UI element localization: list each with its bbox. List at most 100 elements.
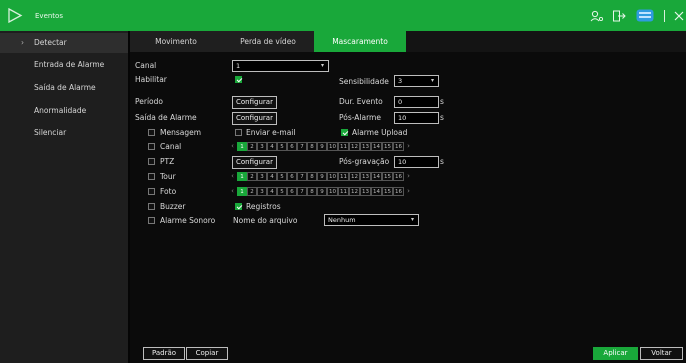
sidebar-item-label: Silenciar bbox=[34, 128, 67, 137]
channel-button[interactable]: 6 bbox=[287, 141, 297, 151]
foto-checkbox[interactable] bbox=[148, 188, 155, 195]
dur-evento-label: Dur. Evento bbox=[339, 97, 383, 106]
sidebar-item-label: Detectar bbox=[34, 38, 67, 47]
alarme-upload-checkbox[interactable] bbox=[341, 129, 348, 136]
registros-checkbox[interactable] bbox=[235, 203, 242, 210]
channel-button[interactable]: 5 bbox=[277, 186, 287, 196]
channel-button[interactable]: 2 bbox=[247, 171, 257, 181]
tab-mascaramento[interactable]: Mascaramento bbox=[314, 31, 406, 52]
chevron-right-icon[interactable]: › bbox=[404, 142, 413, 150]
canal-record-checkbox[interactable] bbox=[148, 143, 155, 150]
enviar-email-checkbox[interactable] bbox=[235, 129, 242, 136]
voltar-button[interactable]: Voltar bbox=[640, 347, 683, 360]
channel-button[interactable]: 7 bbox=[297, 171, 307, 181]
channel-button[interactable]: 13 bbox=[360, 141, 371, 151]
sidebar-item-detectar[interactable]: › Detectar bbox=[0, 33, 128, 53]
pos-alarme-input[interactable]: 10 bbox=[394, 112, 439, 124]
ptz-label: PTZ bbox=[160, 157, 175, 166]
padrao-button[interactable]: Padrão bbox=[143, 347, 185, 360]
channel-button[interactable]: 16 bbox=[393, 171, 404, 181]
periodo-configurar-button[interactable]: Configurar bbox=[232, 96, 277, 109]
tab-perda-video[interactable]: Perda de vídeo bbox=[222, 31, 314, 52]
channel-button[interactable]: 8 bbox=[307, 141, 317, 151]
tab-movimento[interactable]: Movimento bbox=[130, 31, 222, 52]
channel-button[interactable]: 14 bbox=[371, 171, 382, 181]
channel-button[interactable]: 13 bbox=[360, 171, 371, 181]
user-icon[interactable] bbox=[590, 10, 604, 22]
channel-button[interactable]: 1 bbox=[237, 141, 247, 151]
aplicar-button[interactable]: Aplicar bbox=[593, 347, 638, 360]
chevron-left-icon[interactable]: ‹ bbox=[228, 187, 237, 195]
channel-button[interactable]: 15 bbox=[382, 141, 393, 151]
channel-button[interactable]: 11 bbox=[338, 141, 349, 151]
chevron-right-icon[interactable]: › bbox=[404, 172, 413, 180]
channel-button[interactable]: 15 bbox=[382, 186, 393, 196]
nome-arquivo-select[interactable]: Nenhum ▾ bbox=[324, 214, 419, 226]
channel-button[interactable]: 3 bbox=[257, 171, 267, 181]
pos-gravacao-input[interactable]: 10 bbox=[394, 156, 439, 168]
channel-button[interactable]: 4 bbox=[267, 171, 277, 181]
channel-button[interactable]: 10 bbox=[327, 141, 338, 151]
channel-button[interactable]: 3 bbox=[257, 141, 267, 151]
channel-button[interactable]: 9 bbox=[317, 186, 327, 196]
channel-button[interactable]: 4 bbox=[267, 141, 277, 151]
canal-select[interactable]: 1 ▾ bbox=[232, 60, 329, 72]
channel-button[interactable]: 12 bbox=[349, 186, 360, 196]
channel-button[interactable]: 2 bbox=[247, 141, 257, 151]
channel-button[interactable]: 14 bbox=[371, 186, 382, 196]
channel-button[interactable]: 2 bbox=[247, 186, 257, 196]
channel-button[interactable]: 5 bbox=[277, 171, 287, 181]
habilitar-checkbox[interactable] bbox=[235, 76, 242, 83]
alarme-sonoro-checkbox[interactable] bbox=[148, 217, 155, 224]
channel-button[interactable]: 16 bbox=[393, 141, 404, 151]
sidebar-item-saida-alarme[interactable]: Saída de Alarme bbox=[0, 78, 128, 98]
chevron-left-icon[interactable]: ‹ bbox=[228, 142, 237, 150]
channel-button[interactable]: 6 bbox=[287, 171, 297, 181]
sensibilidade-select[interactable]: 3 ▾ bbox=[394, 75, 439, 87]
chevron-down-icon: ▾ bbox=[430, 77, 434, 84]
channel-button[interactable]: 15 bbox=[382, 171, 393, 181]
channel-button[interactable]: 3 bbox=[257, 186, 267, 196]
channel-button[interactable]: 8 bbox=[307, 186, 317, 196]
dur-evento-input[interactable]: 0 bbox=[394, 96, 439, 108]
channel-button[interactable]: 9 bbox=[317, 171, 327, 181]
sidebar-item-silenciar[interactable]: Silenciar bbox=[0, 123, 128, 143]
logout-icon[interactable] bbox=[612, 10, 626, 22]
channel-button[interactable]: 6 bbox=[287, 186, 297, 196]
buzzer-checkbox[interactable] bbox=[148, 203, 155, 210]
close-icon[interactable] bbox=[674, 11, 684, 21]
ptz-configurar-button[interactable]: Configurar bbox=[232, 156, 277, 169]
channel-button[interactable]: 7 bbox=[297, 186, 307, 196]
channel-button[interactable]: 9 bbox=[317, 141, 327, 151]
channel-button[interactable]: 13 bbox=[360, 186, 371, 196]
channel-button[interactable]: 8 bbox=[307, 171, 317, 181]
sidebar-item-anormalidade[interactable]: Anormalidade bbox=[0, 101, 128, 121]
channel-button[interactable]: 14 bbox=[371, 141, 382, 151]
copiar-button[interactable]: Copiar bbox=[186, 347, 228, 360]
ptz-checkbox[interactable] bbox=[148, 158, 155, 165]
channel-button[interactable]: 11 bbox=[338, 171, 349, 181]
saida-alarme-configurar-button[interactable]: Configurar bbox=[232, 112, 277, 125]
channel-button[interactable]: 12 bbox=[349, 171, 360, 181]
channel-button[interactable]: 10 bbox=[327, 186, 338, 196]
channel-button[interactable]: 11 bbox=[338, 186, 349, 196]
channel-button[interactable]: 5 bbox=[277, 141, 287, 151]
channel-button[interactable]: 12 bbox=[349, 141, 360, 151]
monitor-icon[interactable] bbox=[636, 9, 654, 22]
channel-button[interactable]: 4 bbox=[267, 186, 277, 196]
mensagem-checkbox[interactable] bbox=[148, 129, 155, 136]
registros-label: Registros bbox=[246, 202, 281, 211]
foto-label: Foto bbox=[160, 187, 177, 196]
tour-checkbox[interactable] bbox=[148, 173, 155, 180]
channel-button[interactable]: 10 bbox=[327, 171, 338, 181]
channel-button[interactable]: 7 bbox=[297, 141, 307, 151]
alarme-sonoro-label: Alarme Sonoro bbox=[160, 216, 216, 225]
chevron-right-icon[interactable]: › bbox=[404, 187, 413, 195]
channel-button[interactable]: 1 bbox=[237, 171, 247, 181]
channel-button[interactable]: 16 bbox=[393, 186, 404, 196]
chevron-right-icon: › bbox=[21, 38, 24, 47]
tab-bar: Movimento Perda de vídeo Mascaramento bbox=[130, 31, 686, 52]
channel-button[interactable]: 1 bbox=[237, 186, 247, 196]
chevron-left-icon[interactable]: ‹ bbox=[228, 172, 237, 180]
sidebar-item-entrada-alarme[interactable]: Entrada de Alarme bbox=[0, 55, 128, 75]
